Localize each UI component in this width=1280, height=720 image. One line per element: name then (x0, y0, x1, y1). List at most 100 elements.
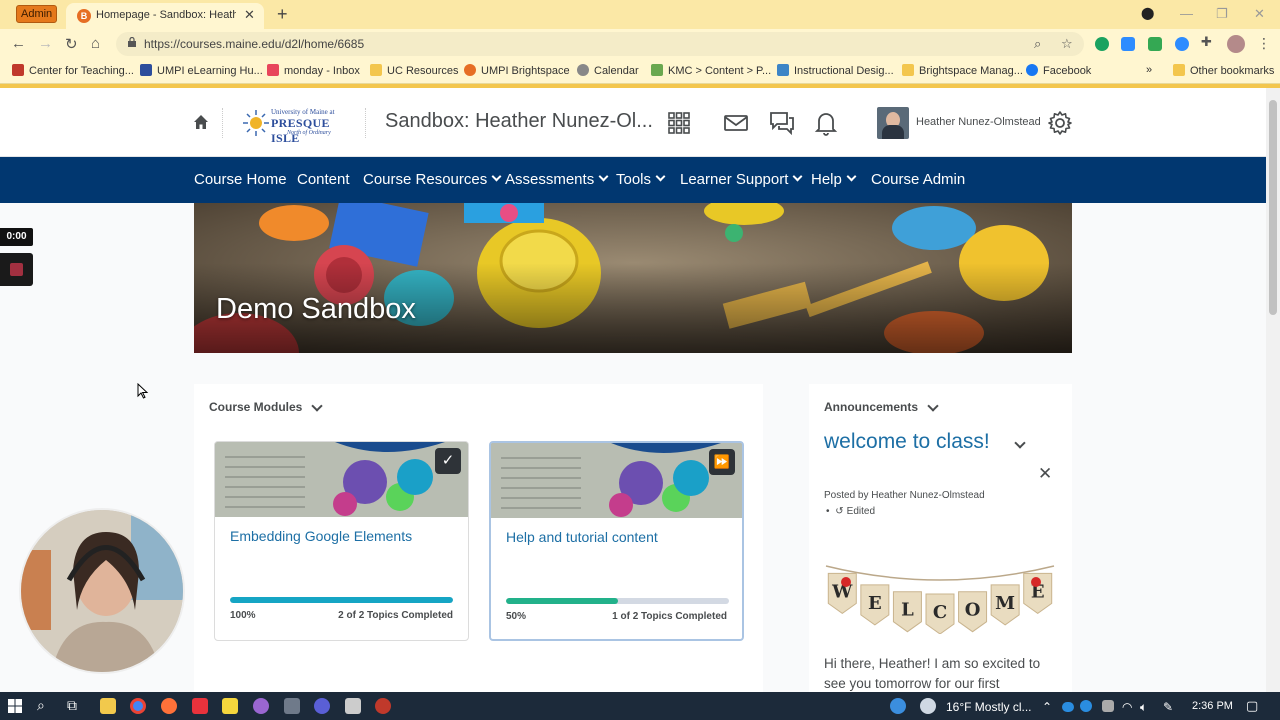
bookmark-item[interactable]: UMPI eLearning Hu... (140, 64, 263, 77)
cloud-sync-icon[interactable] (1080, 700, 1092, 712)
course-modules-widget: Course Modules ✓ Embedding Google Elemen… (194, 384, 763, 692)
task-view-icon[interactable]: ⧉ (67, 697, 77, 714)
bookmark-item[interactable]: Facebook (1026, 64, 1091, 77)
back-icon[interactable]: ← (11, 35, 26, 52)
announcements-widget: Announcements welcome to class! ✕ Posted… (809, 384, 1072, 692)
profile-menu-icon[interactable]: ⬤ (1141, 6, 1154, 20)
volume-icon[interactable]: 🔈︎ (1140, 700, 1147, 715)
home-browser-icon[interactable]: ⌂ (91, 35, 100, 52)
bookmark-item[interactable]: Instructional Desig... (777, 64, 894, 77)
posted-by: Posted by Heather Nunez-Olmstead (824, 490, 985, 501)
bookmark-item[interactable]: KMC > Content > P... (651, 64, 771, 77)
zoom-icon[interactable]: ⌕ (1034, 36, 1041, 52)
nav-tools[interactable]: Tools (616, 171, 666, 188)
close-tab-icon[interactable]: ✕ (244, 7, 255, 23)
chevron-down-icon[interactable] (927, 400, 939, 412)
admin-tab-group[interactable]: Admin (16, 5, 58, 23)
browser-menu-icon[interactable]: ⋮ (1257, 35, 1271, 52)
nav-label: Course Resources (363, 171, 488, 188)
app-tray-icon[interactable] (1102, 700, 1114, 712)
sticky-notes-icon[interactable] (222, 698, 238, 714)
bookmark-item[interactable]: UMPI Brightspace (464, 64, 570, 77)
close-icon[interactable]: ✕ (1038, 464, 1052, 484)
grammarly-extension-icon[interactable] (1095, 37, 1109, 51)
bookmark-item[interactable]: Calendar (577, 64, 639, 77)
svg-text:L: L (901, 600, 914, 621)
bookmarks-overflow-icon[interactable]: » (1146, 64, 1152, 76)
home-icon[interactable] (193, 114, 209, 130)
umpi-logo[interactable]: University of Maine at PRESQUE ISLE Nort… (243, 106, 353, 145)
minimize-icon[interactable]: — (1180, 6, 1193, 21)
settings-gear-icon[interactable] (1047, 110, 1073, 136)
pen-icon[interactable]: ✎ (1163, 700, 1173, 714)
nav-assessments[interactable]: Assessments (505, 171, 609, 188)
mouse-cursor-icon (137, 383, 149, 399)
brightspace-favicon-icon: B (77, 9, 91, 23)
reload-icon[interactable]: ↻ (65, 35, 78, 53)
avatar[interactable] (877, 107, 909, 139)
notifications-icon[interactable]: ▢ (1246, 698, 1258, 714)
module-title[interactable]: Help and tutorial content (506, 529, 658, 545)
windows-start-icon[interactable] (7, 698, 23, 714)
progress-fill (506, 598, 618, 604)
nav-course-resources[interactable]: Course Resources (363, 171, 502, 188)
bookmark-item[interactable]: UC Resources (370, 64, 459, 77)
blue-extension-icon[interactable] (1121, 37, 1135, 51)
notifications-bell-icon[interactable] (813, 110, 839, 136)
module-card[interactable]: ✓ Embedding Google Elements 100% 2 of 2 … (214, 441, 469, 641)
browser-tab-active[interactable]: B Homepage - Sandbox: Heather N ✕ (66, 3, 264, 29)
forward-icon[interactable]: → (38, 35, 53, 52)
address-bar[interactable]: https://courses.maine.edu/d2l/home/6685 … (116, 32, 1084, 56)
course-selector-grid-icon[interactable] (666, 110, 692, 136)
zoom-extension-icon[interactable] (1175, 37, 1189, 51)
new-tab-icon[interactable]: + (277, 4, 288, 25)
bookmark-item[interactable]: Center for Teaching... (12, 64, 134, 77)
onedrive-icon[interactable] (1062, 702, 1074, 712)
course-title[interactable]: Sandbox: Heather Nunez-Ol... (385, 110, 653, 133)
completed-check-icon: ✓ (435, 448, 461, 474)
mail-icon[interactable] (723, 110, 749, 136)
nav-course-admin[interactable]: Course Admin (871, 171, 965, 188)
app-icon[interactable] (253, 698, 269, 714)
app-icon[interactable] (284, 698, 300, 714)
green-extension-icon[interactable] (1148, 37, 1162, 51)
maximize-icon[interactable]: ❐ (1216, 6, 1228, 22)
firefox-icon[interactable] (161, 698, 177, 714)
page-scrollbar[interactable] (1266, 88, 1280, 692)
app-icon[interactable] (314, 698, 330, 714)
bookmark-item[interactable]: monday - Inbox (267, 64, 360, 77)
announcement-title[interactable]: welcome to class! (824, 430, 990, 454)
app-icon[interactable] (375, 698, 391, 714)
chevron-down-icon[interactable] (1014, 437, 1026, 449)
bookmark-star-icon[interactable]: ☆ (1061, 36, 1073, 52)
folder-icon (1173, 64, 1185, 76)
search-icon[interactable]: ⌕ (37, 697, 45, 714)
extensions-puzzle-icon[interactable]: ✚ (1201, 34, 1215, 49)
nav-learner-support[interactable]: Learner Support (680, 171, 803, 188)
module-title[interactable]: Embedding Google Elements (230, 528, 412, 544)
module-card[interactable]: ⏩ Help and tutorial content 50% 1 of 2 T… (489, 441, 744, 641)
chrome-icon[interactable] (130, 698, 146, 714)
chevron-up-icon[interactable]: ⌃ (1042, 700, 1052, 714)
chevron-down-icon[interactable] (311, 400, 323, 412)
scrollbar-thumb[interactable] (1269, 100, 1277, 315)
messages-icon[interactable] (769, 110, 795, 136)
logo-text: University of Maine at (271, 108, 335, 116)
stop-icon (10, 263, 23, 276)
nav-course-home[interactable]: Course Home (194, 171, 287, 188)
file-explorer-icon[interactable] (100, 698, 116, 714)
wifi-icon[interactable]: ◠ (1122, 700, 1132, 714)
app-icon[interactable] (345, 698, 361, 714)
help-icon[interactable] (890, 698, 906, 714)
stop-recording-button[interactable] (0, 253, 33, 286)
profile-avatar-icon[interactable] (1227, 35, 1245, 53)
nav-content[interactable]: Content (297, 171, 350, 188)
weather-text[interactable]: 16°F Mostly cl... (946, 700, 1031, 714)
close-window-icon[interactable]: ✕ (1254, 6, 1265, 22)
user-name[interactable]: Heather Nunez-Olmstead (916, 116, 1041, 128)
red-app-icon[interactable] (192, 698, 208, 714)
nav-help[interactable]: Help (811, 171, 857, 188)
clock[interactable]: 2:36 PM (1192, 700, 1233, 712)
other-bookmarks[interactable]: Other bookmarks (1173, 64, 1274, 77)
bookmark-item[interactable]: Brightspace Manag... (902, 64, 1023, 77)
